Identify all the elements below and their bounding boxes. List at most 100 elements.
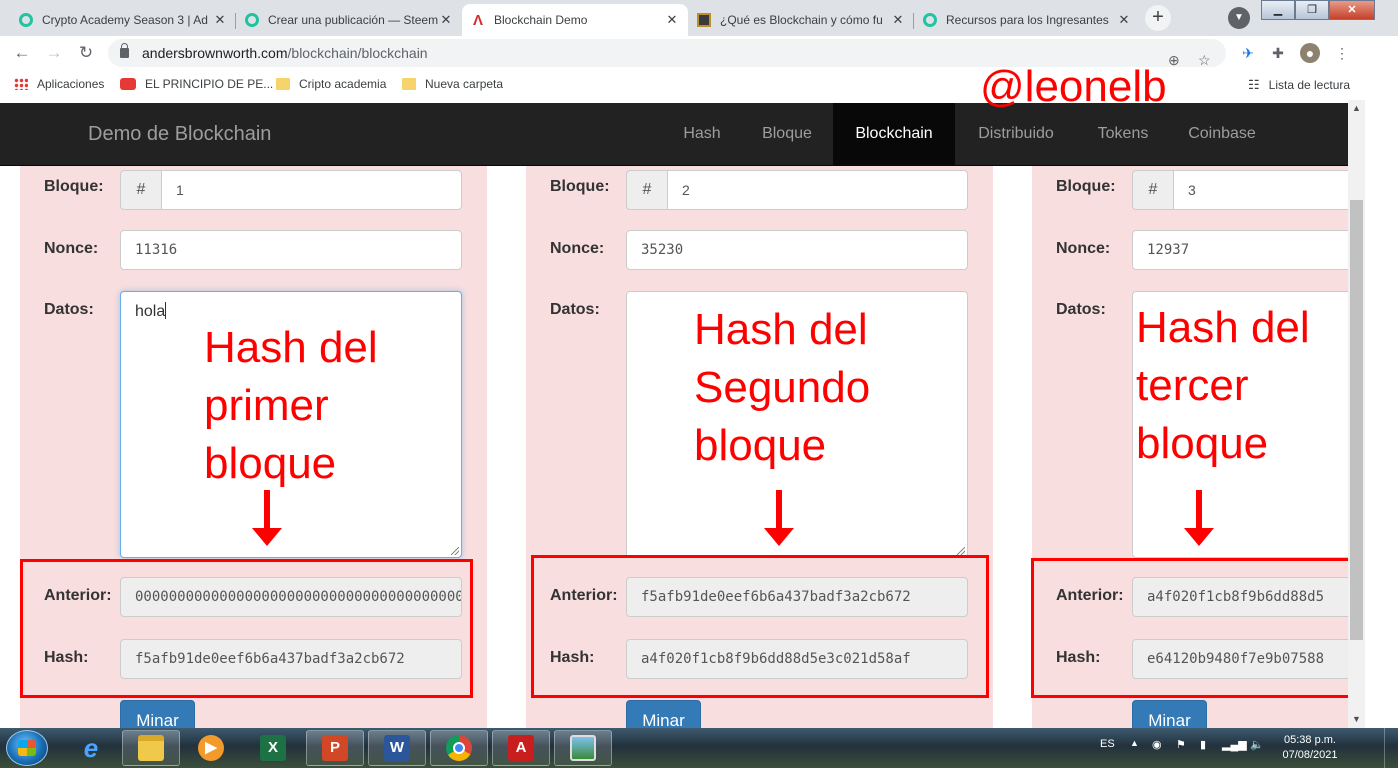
annotation-line: Hash del <box>1136 303 1310 352</box>
nonce-input[interactable]: 12937 <box>1132 230 1348 270</box>
folder-icon <box>402 78 416 90</box>
annotation-line: bloque <box>694 421 827 470</box>
block-label: Bloque: <box>1056 178 1116 195</box>
block-label: Bloque: <box>44 178 104 195</box>
new-tab-button[interactable]: + <box>1145 5 1171 31</box>
vertical-scrollbar[interactable]: ▲ ▼ <box>1348 100 1365 728</box>
windows-taskbar: e ▶ X P W A ES ▲ ◉ ⚑ ▮ ▂▄▆ 🔈 05:38 p.m. … <box>0 728 1398 768</box>
bookmark-label: EL PRINCIPIO DE PE... <box>145 77 274 91</box>
highlight-box-block2 <box>531 555 989 698</box>
nav-blockchain[interactable]: Blockchain <box>833 103 955 165</box>
tab-title: Crypto Academy Season 3 | Ad <box>42 13 208 27</box>
nav-coinbase[interactable]: Coinbase <box>1169 103 1275 165</box>
tab-title: Crear una publicación — Steem <box>268 13 438 27</box>
arrow-down-icon <box>252 490 282 546</box>
minimize-button[interactable]: ▁ <box>1261 0 1295 20</box>
resize-grip-icon[interactable] <box>957 547 965 555</box>
tab-search-button[interactable]: ▼ <box>1228 7 1250 29</box>
nonce-label: Nonce: <box>44 240 99 257</box>
mine-button[interactable]: Minar <box>120 700 195 728</box>
action-center-flag-icon[interactable]: ⚑ <box>1176 738 1186 751</box>
bookmark-label: Nueva carpeta <box>425 77 504 91</box>
extensions-puzzle-icon[interactable]: ✚ <box>1268 43 1288 63</box>
language-indicator[interactable]: ES <box>1100 738 1115 750</box>
bookmark-cripto-academia[interactable]: Cripto academia <box>276 77 386 91</box>
arrow-down-icon <box>764 490 794 546</box>
hash-addon: # <box>1132 170 1174 210</box>
close-tab-icon[interactable]: ✕ <box>1116 12 1132 28</box>
mine-button[interactable]: Minar <box>1132 700 1207 728</box>
reading-list[interactable]: ☷ Lista de lectura <box>1248 77 1350 93</box>
scroll-up-icon[interactable]: ▲ <box>1348 100 1365 117</box>
site-icon <box>696 12 712 28</box>
power-icon[interactable]: ▮ <box>1200 738 1206 751</box>
close-tab-icon[interactable]: ✕ <box>438 12 454 28</box>
tray-expand-icon[interactable]: ▲ <box>1130 738 1139 748</box>
menu-kebab-icon[interactable]: ⋮ <box>1332 43 1352 63</box>
bookmark-label: Aplicaciones <box>37 77 105 91</box>
url-host: andersbrownworth.com <box>142 45 288 61</box>
chrome-icon[interactable] <box>430 730 488 766</box>
nav-tokens[interactable]: Tokens <box>1077 103 1169 165</box>
block-label: Bloque: <box>550 178 610 195</box>
back-icon[interactable]: ← <box>10 41 34 65</box>
data-label: Datos: <box>550 301 600 318</box>
block-number-input[interactable]: 3 <box>1173 170 1348 210</box>
tab-blockchain-demo[interactable]: Λ Blockchain Demo ✕ <box>462 4 688 36</box>
nonce-label: Nonce: <box>1056 240 1111 257</box>
tab-recursos[interactable]: Recursos para los Ingresantes ✕ <box>914 4 1140 36</box>
reload-icon[interactable]: ↻ <box>74 41 98 65</box>
clock-time: 05:38 p.m. <box>1284 734 1336 746</box>
apps-grid-icon <box>14 78 28 90</box>
nav-distribuido[interactable]: Distribuido <box>955 103 1077 165</box>
nav-bloque[interactable]: Bloque <box>741 103 833 165</box>
close-window-button[interactable]: ✕ <box>1329 0 1375 20</box>
media-player-icon[interactable]: ▶ <box>182 730 240 766</box>
annotation-line: primer <box>204 381 329 430</box>
tray-app-icon[interactable]: ◉ <box>1152 738 1162 751</box>
excel-icon[interactable]: X <box>244 730 302 766</box>
tab-crear-publicacion[interactable]: Crear una publicación — Steem ✕ <box>236 4 462 36</box>
close-tab-icon[interactable]: ✕ <box>890 12 906 28</box>
block-number-input[interactable]: 1 <box>161 170 462 210</box>
volume-icon[interactable]: 🔈 <box>1250 738 1264 751</box>
maximize-button[interactable]: ❐ <box>1295 0 1329 20</box>
close-tab-icon[interactable]: ✕ <box>664 12 680 28</box>
profile-avatar[interactable]: ● <box>1300 43 1320 63</box>
bookmark-aplicaciones[interactable]: Aplicaciones <box>14 77 104 91</box>
network-signal-icon[interactable]: ▂▄▆ <box>1222 738 1247 751</box>
file-explorer-icon[interactable] <box>122 730 180 766</box>
data-label: Datos: <box>44 301 94 318</box>
block-number-input[interactable]: 2 <box>667 170 968 210</box>
bookmark-principio[interactable]: EL PRINCIPIO DE PE... <box>120 77 273 91</box>
image-viewer-icon[interactable] <box>554 730 612 766</box>
word-icon[interactable]: W <box>368 730 426 766</box>
bookmark-nueva-carpeta[interactable]: Nueva carpeta <box>402 77 503 91</box>
hash-addon: # <box>120 170 162 210</box>
reading-list-label: Lista de lectura <box>1268 78 1351 92</box>
tab-que-es-blockchain[interactable]: ¿Qué es Blockchain y cómo fu ✕ <box>688 4 914 36</box>
internet-explorer-icon[interactable]: e <box>62 730 120 766</box>
clock-date: 07/08/2021 <box>1282 749 1338 761</box>
annotation-line: Segundo <box>694 363 871 412</box>
close-tab-icon[interactable]: ✕ <box>212 12 228 28</box>
scroll-down-icon[interactable]: ▼ <box>1348 711 1365 728</box>
site-brand[interactable]: Demo de Blockchain <box>88 123 271 146</box>
forward-icon[interactable]: → <box>42 41 66 65</box>
scroll-thumb[interactable] <box>1350 200 1363 640</box>
resize-grip-icon[interactable] <box>451 547 459 555</box>
extension-icon[interactable]: ✈ <box>1238 43 1258 63</box>
tab-title: Blockchain Demo <box>494 13 588 27</box>
mine-button[interactable]: Minar <box>626 700 701 728</box>
system-clock[interactable]: 05:38 p.m. 07/08/2021 <box>1278 733 1342 763</box>
nonce-input[interactable]: 35230 <box>626 230 968 270</box>
nav-hash[interactable]: Hash <box>663 103 741 165</box>
acrobat-icon[interactable]: A <box>492 730 550 766</box>
annotation-block2: Hash del Segundo bloque <box>694 301 870 475</box>
powerpoint-icon[interactable]: P <box>306 730 364 766</box>
start-button[interactable] <box>6 730 48 766</box>
nonce-input[interactable]: 11316 <box>120 230 462 270</box>
tab-title: Recursos para los Ingresantes <box>946 13 1109 27</box>
show-desktop-button[interactable] <box>1384 728 1398 768</box>
tab-crypto-academy[interactable]: Crypto Academy Season 3 | Ad ✕ <box>10 4 236 36</box>
